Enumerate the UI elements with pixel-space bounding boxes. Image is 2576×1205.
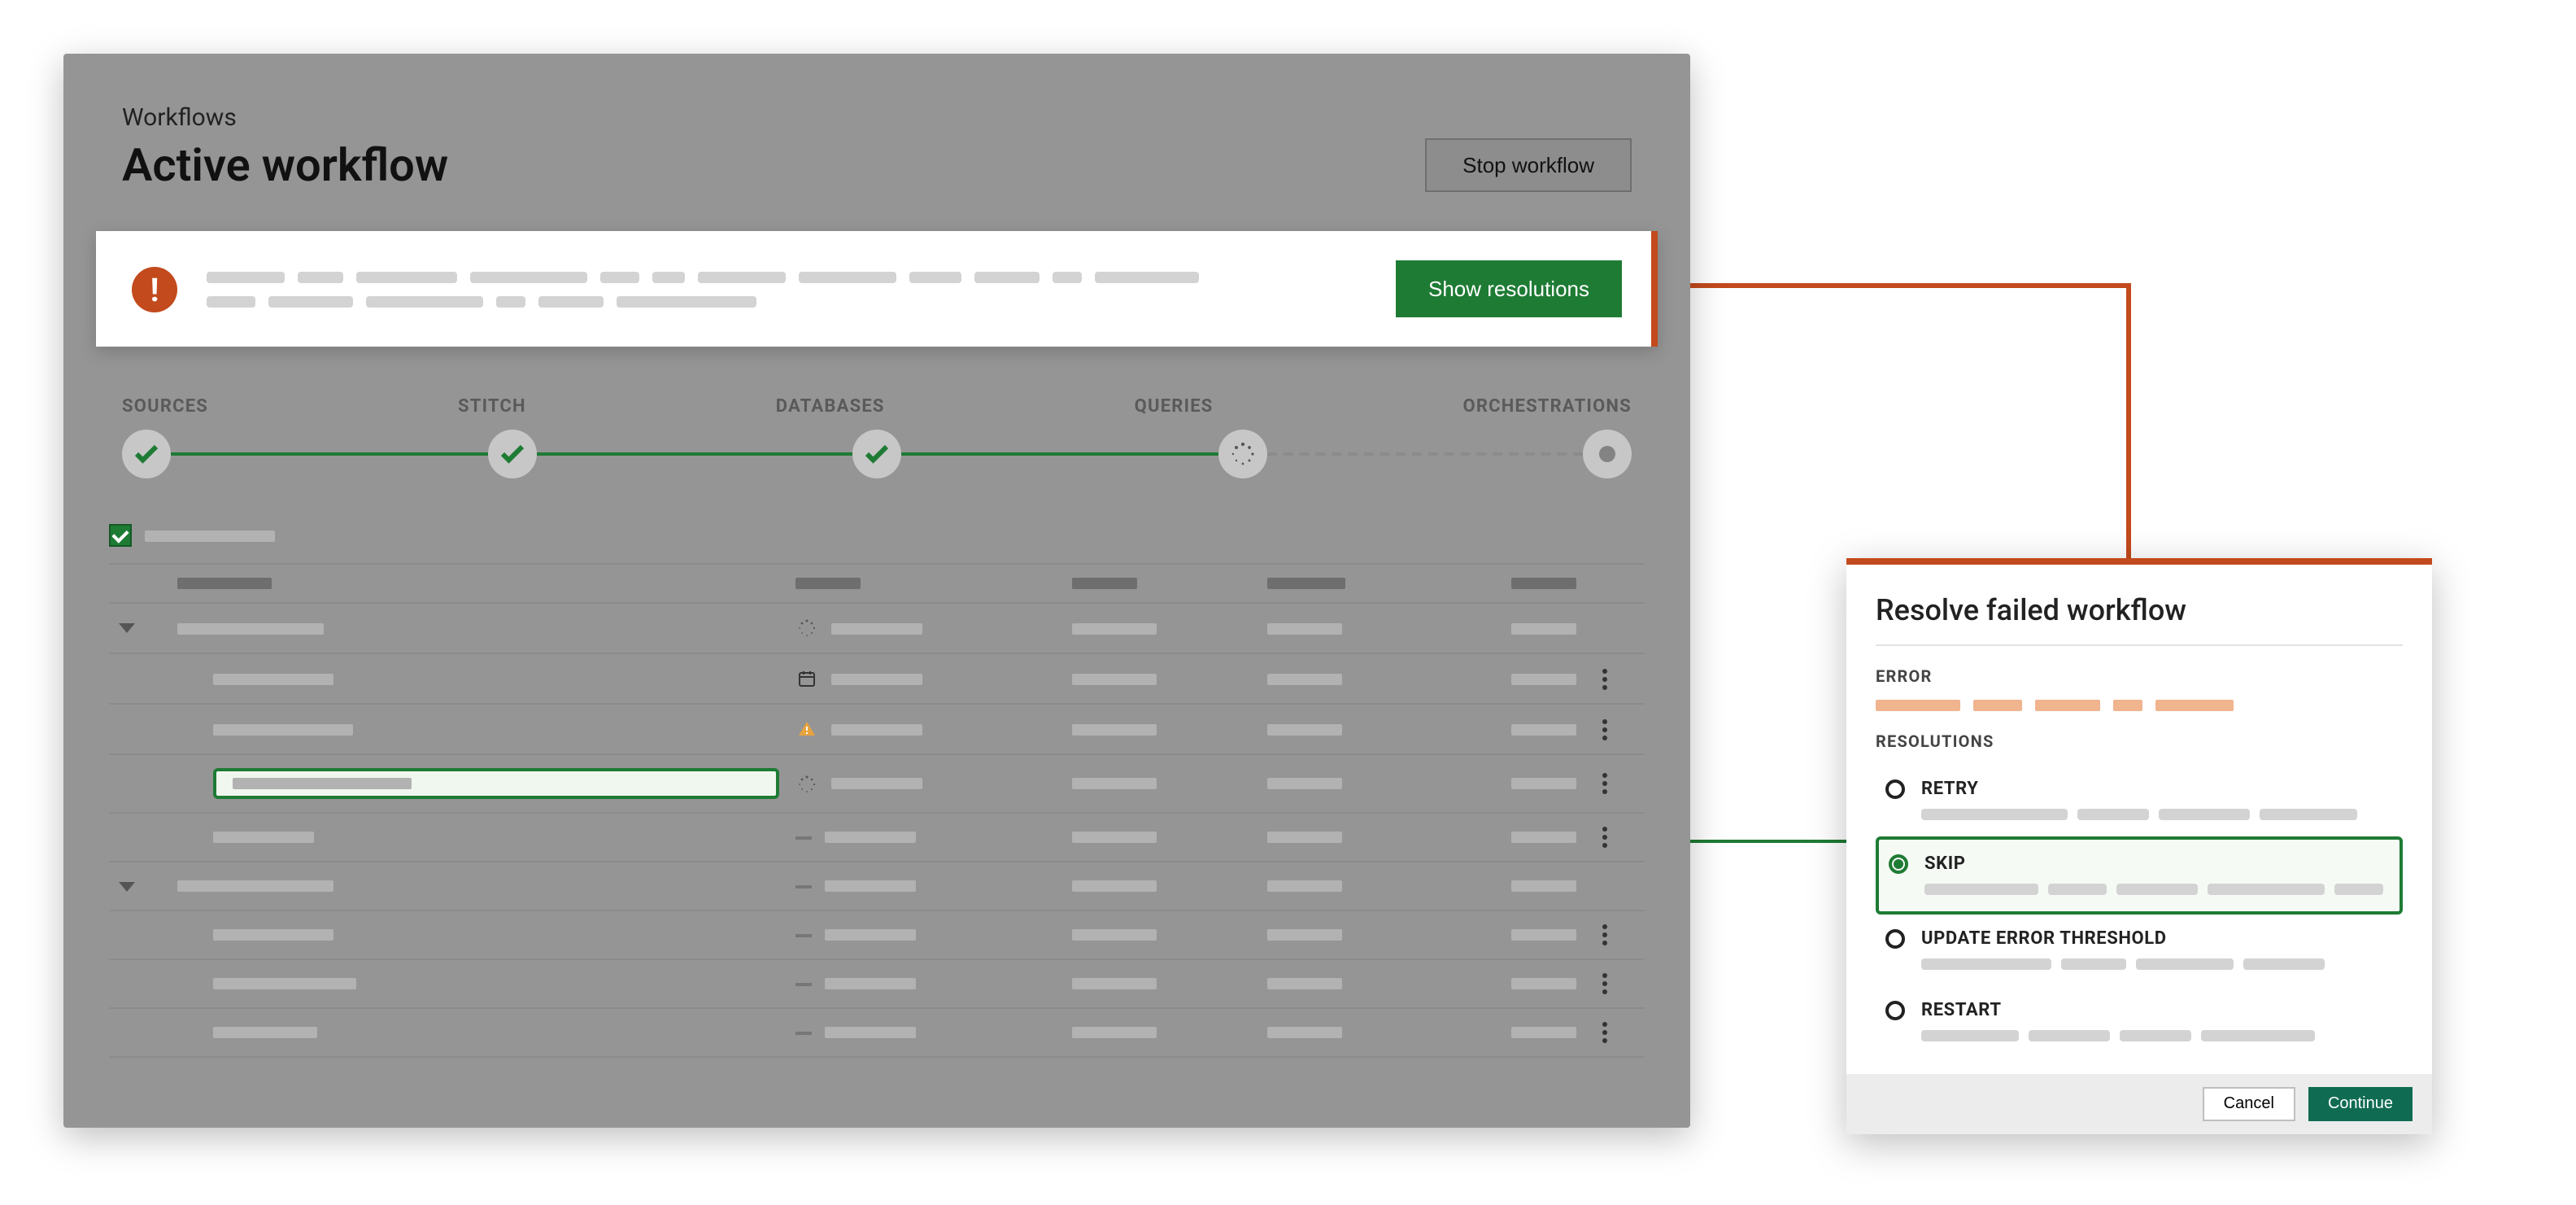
step-node-stitch [487,430,536,478]
table-row-failed[interactable] [109,755,1645,814]
error-section-label: ERROR [1876,669,2403,687]
resolution-option-skip[interactable]: SKIP [1876,836,2403,915]
connector-alert-to-dialog-h [1653,283,2129,288]
table-row[interactable] [109,1009,1645,1058]
alert-banner: ! Show resolutions [96,231,1658,347]
step-label-orchestrations: ORCHESTRATIONS [1463,395,1632,417]
step-label-queries: QUERIES [1135,395,1214,417]
resolution-option-update[interactable]: UPDATE ERROR THRESHOLD [1876,915,2403,986]
chevron-down-icon[interactable] [119,623,135,633]
warning-icon [795,718,818,740]
dialog-footer: Cancel Continue [1846,1074,2432,1134]
check-icon [862,439,891,469]
table-row[interactable] [109,911,1645,960]
spinner-icon [795,617,818,640]
table-row[interactable] [109,654,1645,705]
workflow-panel: Workflows Active workflow Stop workflow … [63,54,1690,1128]
resolution-option-restart[interactable]: RESTART [1876,986,2403,1058]
check-icon [497,439,526,469]
step-node-queries [1218,430,1266,478]
workflow-table [63,495,1690,1058]
kebab-menu-icon[interactable] [1593,718,1615,740]
kebab-menu-icon[interactable] [1593,827,1615,848]
table-row[interactable] [109,705,1645,755]
radio-icon[interactable] [1889,854,1908,874]
step-label-stitch: STITCH [458,395,526,417]
step-label-databases: DATABASES [776,395,885,417]
alert-icon: ! [132,266,177,312]
dialog-title: Resolve failed workflow [1876,594,2403,646]
resolution-option-retry[interactable]: RETRY [1876,765,2403,836]
progress-stepper: SOURCES STITCH DATABASES QUERIES ORCHEST… [63,347,1690,495]
table-row[interactable] [109,862,1645,911]
dash-icon [795,884,812,888]
show-resolutions-button[interactable]: Show resolutions [1396,260,1622,317]
resolutions-section-label: RESOLUTIONS [1876,734,2403,752]
check-icon [132,439,161,469]
cancel-button[interactable]: Cancel [2203,1087,2295,1121]
calendar-icon [795,667,818,690]
kebab-menu-icon[interactable] [1593,668,1615,689]
header-title: Active workflow [122,138,448,192]
spinner-icon [1229,441,1255,467]
step-node-orchestrations [1583,430,1632,478]
spinner-icon [795,772,818,795]
table-row[interactable] [109,604,1645,654]
dash-icon [795,1031,812,1034]
kebab-menu-icon[interactable] [1593,973,1615,994]
step-node-databases [852,430,901,478]
header-eyebrow: Workflows [122,103,448,132]
kebab-menu-icon[interactable] [1593,1022,1615,1043]
kebab-menu-icon[interactable] [1593,924,1615,945]
step-label-sources: SOURCES [122,395,208,417]
radio-icon[interactable] [1885,1001,1905,1020]
dash-icon [795,933,812,936]
stop-workflow-button[interactable]: Stop workflow [1425,138,1632,192]
dash-icon [795,836,812,839]
table-row[interactable] [109,814,1645,862]
step-node-sources [122,430,171,478]
workflow-header: Workflows Active workflow Stop workflow [63,54,1690,215]
resolve-dialog: Resolve failed workflow ERROR RESOLUTION… [1846,558,2432,1134]
select-all-checkbox[interactable] [109,524,132,547]
connector-alert-to-dialog-v [2126,283,2131,563]
table-row[interactable] [109,960,1645,1009]
kebab-menu-icon[interactable] [1593,773,1615,794]
dash-icon [795,982,812,985]
radio-icon[interactable] [1885,929,1905,949]
continue-button[interactable]: Continue [2308,1087,2413,1121]
table-header-row [109,563,1645,604]
chevron-down-icon[interactable] [119,881,135,891]
radio-icon[interactable] [1885,779,1905,799]
